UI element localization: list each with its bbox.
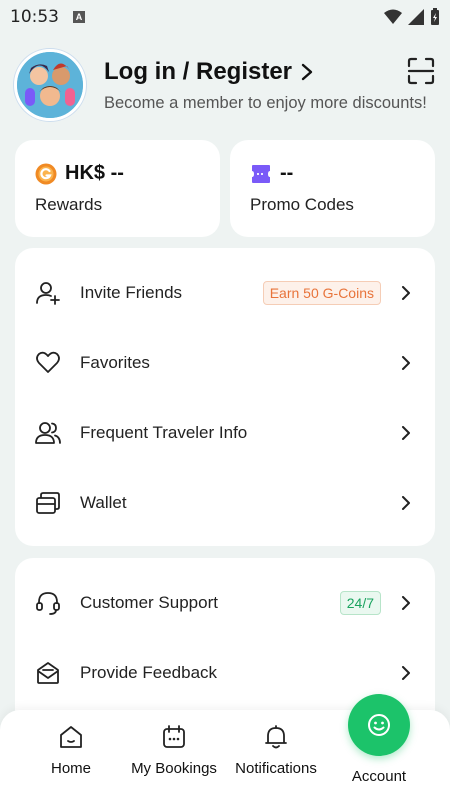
headset-icon (36, 592, 60, 615)
promo-codes-card[interactable]: -- Promo Codes (230, 140, 435, 237)
nav-label: Notifications (235, 760, 317, 777)
login-register-link[interactable]: Log in / Register (104, 58, 292, 86)
add-user-icon (36, 282, 60, 305)
chevron-right-icon (402, 666, 410, 680)
scan-qr-icon[interactable] (406, 56, 436, 86)
nav-label: Account (351, 768, 407, 785)
chevron-right-icon (301, 63, 313, 80)
signal-icon (408, 9, 424, 25)
bell-icon (265, 725, 287, 749)
nav-label: My Bookings (131, 760, 217, 777)
heart-icon (36, 351, 60, 373)
battery-icon (431, 8, 439, 25)
status-bar: 10:53 A (0, 0, 450, 34)
smile-icon (368, 714, 390, 736)
menu-label: Frequent Traveler Info (80, 423, 248, 442)
menu-label: Customer Support (80, 593, 218, 612)
bottom-nav: Home My Bookings Notifications Account (0, 694, 450, 800)
chevron-right-icon (402, 596, 410, 610)
calendar-icon (163, 725, 185, 748)
status-time: 10:53 (10, 7, 59, 27)
earn-coins-badge: Earn 50 G-Coins (262, 281, 381, 305)
promo-codes-value: -- (280, 162, 294, 184)
avatar-illustration (17, 52, 83, 118)
chevron-right-icon (402, 496, 410, 510)
avatar[interactable] (14, 49, 86, 121)
menu-item-customer-support[interactable]: Customer Support 24/7 (15, 568, 435, 638)
nav-label: Home (50, 760, 91, 777)
ticket-icon (252, 164, 270, 183)
menu-item-invite-friends[interactable]: Invite Friends Earn 50 G-Coins (15, 258, 435, 328)
promo-codes-label: Promo Codes (250, 195, 354, 214)
rewards-card[interactable]: HK$ -- Rewards (15, 140, 220, 237)
menu-label: Invite Friends (80, 283, 183, 302)
menu-item-favorites[interactable]: Favorites (15, 328, 435, 398)
nav-account-fab[interactable] (348, 694, 410, 756)
chevron-right-icon (402, 356, 410, 370)
home-icon (60, 726, 82, 748)
menu-label: Provide Feedback (80, 663, 218, 682)
chevron-right-icon (402, 286, 410, 300)
profile-header[interactable]: Log in / Register Become a member to enj… (14, 48, 442, 122)
menu-item-wallet[interactable]: Wallet (15, 468, 435, 538)
menu-item-frequent-traveler-info[interactable]: Frequent Traveler Info (15, 398, 435, 468)
nav-account[interactable]: Account (329, 768, 429, 785)
support-hours-badge: 24/7 (339, 591, 381, 615)
users-icon (35, 422, 61, 444)
nav-my-bookings[interactable]: My Bookings (124, 724, 224, 777)
wallet-icon (36, 492, 60, 514)
login-subtitle: Become a member to enjoy more discounts! (104, 93, 427, 112)
chevron-right-icon (402, 426, 410, 440)
rewards-value: HK$ -- (65, 162, 124, 184)
nav-notifications[interactable]: Notifications (226, 724, 326, 777)
rewards-label: Rewards (35, 195, 103, 214)
status-icons (384, 8, 440, 26)
wifi-icon (384, 9, 402, 24)
g-coin-icon (35, 163, 57, 184)
menu-label: Favorites (80, 353, 150, 372)
notification-a-icon: A (73, 11, 85, 23)
account-menu-card: Invite Friends Earn 50 G-Coins Favorites… (15, 248, 435, 546)
feedback-icon (37, 662, 59, 684)
menu-label: Wallet (80, 493, 127, 512)
nav-home[interactable]: Home (21, 724, 121, 777)
